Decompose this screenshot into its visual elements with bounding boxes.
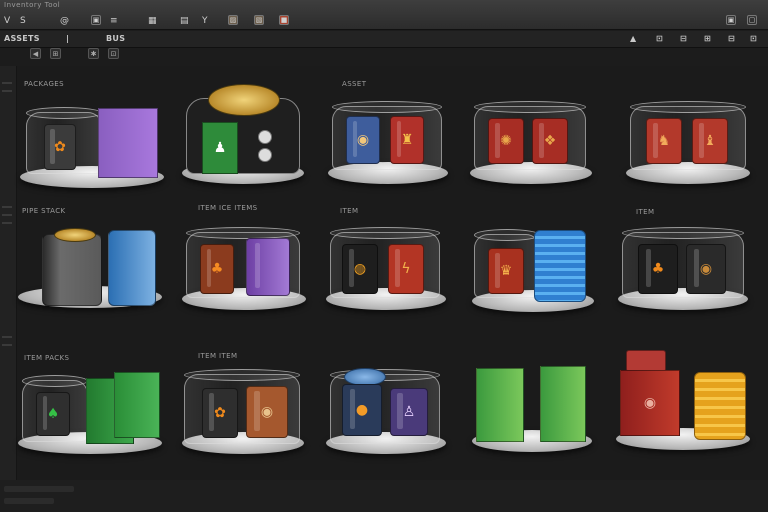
select-icon[interactable]: S — [20, 15, 26, 27]
asset-tile[interactable]: ♞ ♝ — [624, 96, 768, 216]
status-bar — [0, 480, 768, 512]
asset-tile[interactable]: ◍ ϟ — [324, 224, 474, 344]
asset-tile[interactable]: ♣ ◉ — [616, 224, 766, 344]
window-title: Inventory Tool — [4, 1, 61, 9]
table-icon[interactable]: ▤ — [180, 15, 189, 27]
cursor-icon[interactable]: V — [4, 15, 10, 27]
photo-icon[interactable]: ▧ — [254, 15, 264, 25]
plus-box-icon[interactable]: ⊞ — [704, 34, 711, 43]
asset-tile[interactable]: ✿ — [18, 96, 168, 216]
asset-tile[interactable]: ✿ ◉ — [180, 366, 330, 486]
minus-box-icon[interactable]: ⊟ — [680, 34, 687, 43]
asset-tile[interactable]: ♠ — [16, 364, 166, 484]
color-swatch-icon[interactable]: ■ — [279, 15, 289, 25]
asset-tile[interactable] — [470, 362, 620, 482]
collapse-icon[interactable]: ▲ — [630, 34, 636, 43]
minus-box-icon-2[interactable]: ⊟ — [728, 34, 735, 43]
section-label: ASSETS — [4, 34, 40, 43]
asset-tile[interactable]: ◉ ♜ — [326, 96, 476, 216]
item-sub-label: ITEM ITEM — [198, 352, 238, 360]
list-icon[interactable]: ≡ — [110, 15, 118, 27]
asset-tile[interactable]: ◉ — [614, 346, 764, 466]
asset-tile[interactable]: ♣ — [180, 224, 330, 344]
row-label: ITEM PACKS — [24, 354, 70, 362]
left-sidebar — [0, 66, 17, 512]
title-toolbar: Inventory Tool V S @ ▣ ≡ ▦ ▤ Y ▨ ▧ ■ ▣ ▢ — [0, 0, 768, 30]
row-label: PACKAGES — [24, 80, 64, 88]
item-sub-label: ASSET — [342, 80, 367, 88]
lasso-icon[interactable]: @ — [60, 15, 69, 27]
secondary-toolbar: ASSETS | BUS ▲ ⊡ ⊟ ⊞ ⊟ ⊡ — [0, 31, 768, 48]
filter-icon[interactable]: Y — [202, 15, 208, 27]
tab-bus[interactable]: BUS — [106, 34, 125, 43]
focus-icon[interactable]: ⊡ — [108, 48, 119, 59]
back-icon[interactable]: ◀ — [30, 48, 41, 59]
frame-icon[interactable]: ⊡ — [656, 34, 663, 43]
view-grid-icon[interactable]: ⊞ — [50, 48, 61, 59]
grid-icon[interactable]: ▦ — [148, 15, 157, 27]
asset-tile[interactable]: ✺ ❖ — [468, 96, 618, 216]
asset-tile[interactable]: ♟ — [180, 82, 330, 202]
separator: | — [66, 34, 70, 43]
layer-icon[interactable]: ▣ — [91, 15, 101, 25]
window-maximize-icon[interactable]: ▢ — [747, 15, 757, 25]
star-icon[interactable]: ✱ — [88, 48, 99, 59]
asset-tile[interactable]: ♛ — [470, 224, 620, 344]
asset-tile[interactable] — [16, 224, 166, 344]
window-restore-icon[interactable]: ▣ — [726, 15, 736, 25]
image-icon[interactable]: ▨ — [228, 15, 238, 25]
asset-tile[interactable]: ● ♙ — [324, 366, 474, 486]
frame-icon-2[interactable]: ⊡ — [750, 34, 757, 43]
item-sub-label: ITEM ICE ITEMS — [198, 204, 258, 212]
